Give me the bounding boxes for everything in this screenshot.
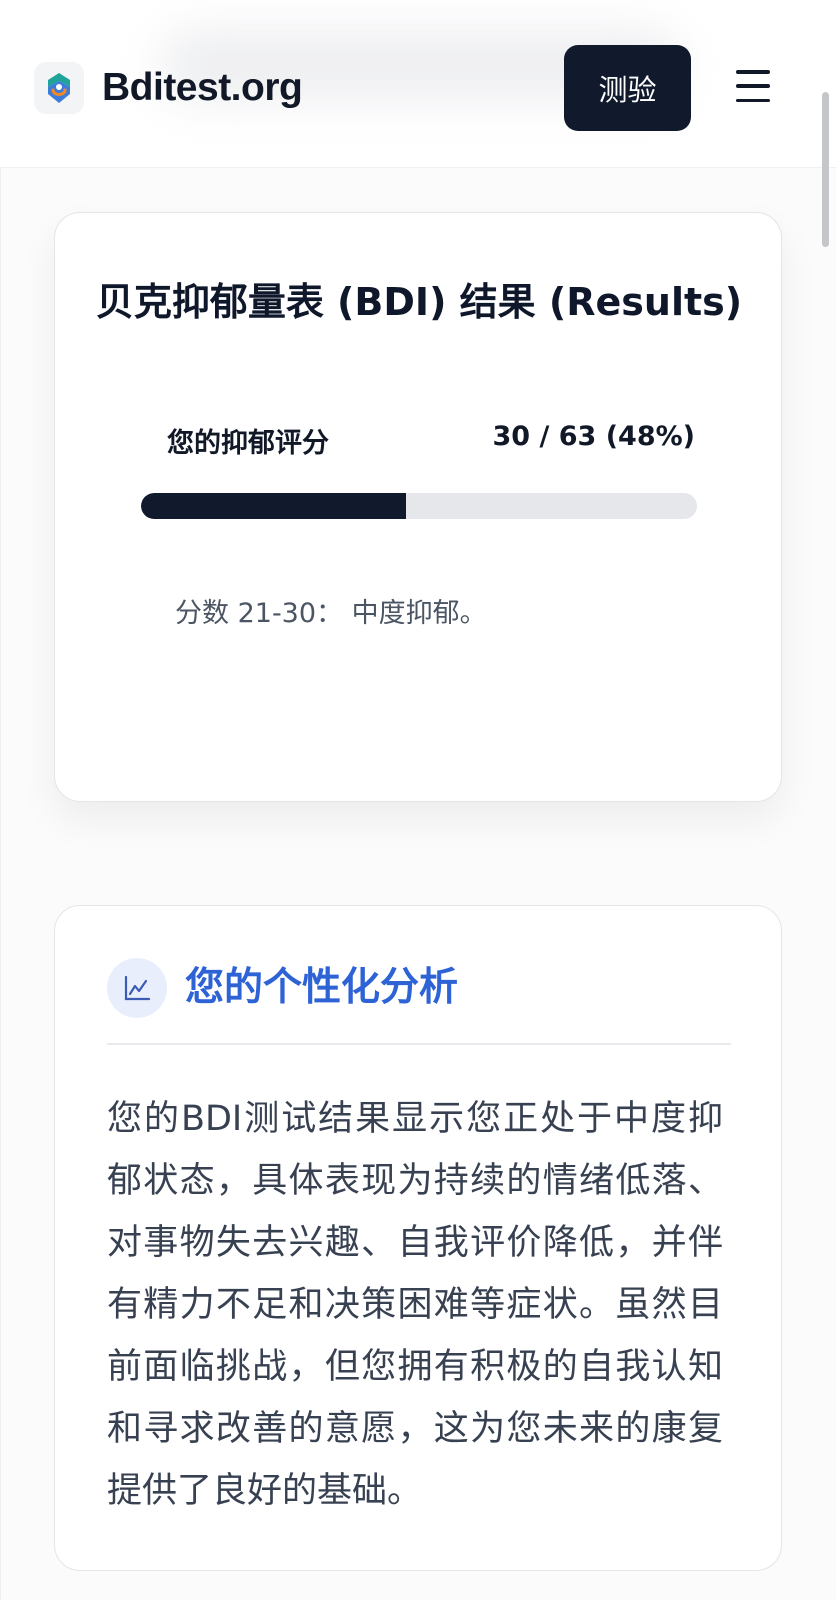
score-description: 分数 21-30： 中度抑郁。 <box>175 598 487 629</box>
scrollbar-thumb[interactable] <box>822 92 829 247</box>
score-progress-fill <box>141 493 406 519</box>
menu-line <box>736 84 770 88</box>
results-card: 贝克抑郁量表 (BDI) 结果 (Results) 您的抑郁评分 30 / 63… <box>54 212 782 802</box>
analysis-title: 您的个性化分析 <box>185 965 459 1010</box>
menu-line <box>736 70 770 74</box>
score-label: 您的抑郁评分 <box>167 428 329 459</box>
line-chart-icon <box>107 958 167 1018</box>
analysis-body: 您的BDI测试结果显示您正处于中度抑郁状态，具体表现为持续的情绪低落、对事物失去… <box>107 1099 723 1511</box>
brand-name[interactable]: Bditest.org <box>102 64 303 112</box>
menu-line <box>736 98 770 102</box>
site-header: Bditest.org 测验 <box>0 0 836 168</box>
divider <box>107 1043 731 1045</box>
score-value: 30 / 63 (48%) <box>492 421 695 452</box>
analysis-card: 您的个性化分析 您的BDI测试结果显示您正处于中度抑郁状态，具体表现为持续的情绪… <box>54 905 782 1571</box>
test-button[interactable]: 测验 <box>564 45 691 131</box>
brain-logo-icon[interactable] <box>34 62 84 114</box>
results-title: 贝克抑郁量表 (BDI) 结果 (Results) <box>95 280 743 324</box>
hamburger-menu-icon[interactable] <box>736 70 772 102</box>
score-progress-bar <box>141 493 697 519</box>
